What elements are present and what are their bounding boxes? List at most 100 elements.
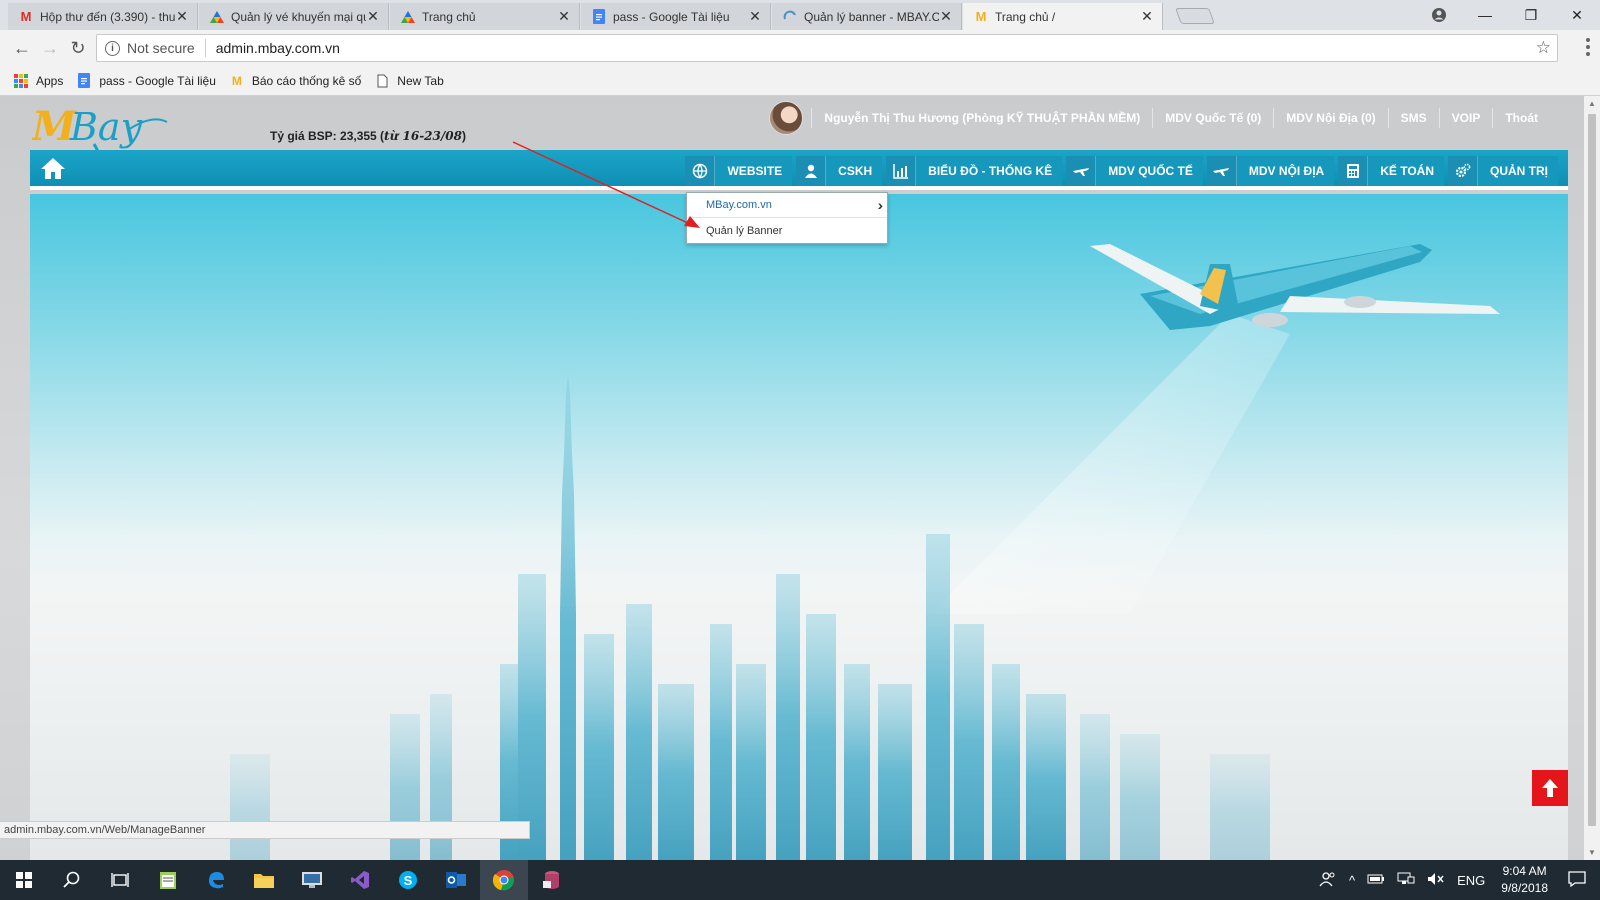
close-tab-icon[interactable]: ✕ bbox=[557, 8, 571, 25]
logout-link[interactable]: Thoát bbox=[1492, 108, 1550, 128]
double-chevron-right-icon: ›› bbox=[877, 197, 885, 213]
url-text[interactable]: admin.mbay.com.vn bbox=[216, 40, 340, 56]
user-icon bbox=[796, 156, 827, 186]
docs-icon bbox=[591, 9, 607, 25]
minimize-button[interactable]: — bbox=[1462, 0, 1508, 30]
sql-server-icon[interactable] bbox=[528, 860, 576, 900]
bookmark-google-docs[interactable]: pass - Google Tài liệu bbox=[77, 73, 216, 88]
visual-studio-icon[interactable] bbox=[336, 860, 384, 900]
voip-link[interactable]: VOIP bbox=[1438, 108, 1493, 128]
hero-illustration bbox=[230, 244, 1500, 860]
info-icon[interactable]: i bbox=[105, 40, 120, 56]
airplane-illustration bbox=[1090, 244, 1500, 330]
reload-button[interactable]: ↻ bbox=[66, 36, 90, 60]
bookmark-star-icon[interactable]: ☆ bbox=[1536, 38, 1551, 58]
mdv-international-link[interactable]: MDV Quốc Tế (0) bbox=[1152, 108, 1273, 128]
bar-chart-icon bbox=[886, 156, 917, 186]
close-tab-icon[interactable]: ✕ bbox=[939, 8, 953, 25]
drive-icon bbox=[209, 9, 225, 25]
tab-banner-management[interactable]: Quản lý banner - MBAY.C ✕ bbox=[772, 3, 962, 30]
browser-menu-icon[interactable] bbox=[1586, 38, 1590, 56]
restore-button[interactable]: ❐ bbox=[1508, 0, 1554, 30]
close-tab-icon[interactable]: ✕ bbox=[175, 8, 189, 25]
battery-icon[interactable] bbox=[1367, 873, 1385, 888]
mbay-icon: M bbox=[231, 73, 242, 88]
loading-icon bbox=[782, 9, 798, 25]
main-menu: WEBSITE CSKH BIỂU ĐỒ - THỐNG KÊ MDV QUỐC… bbox=[681, 156, 1558, 186]
people-icon[interactable] bbox=[1319, 871, 1337, 890]
outlook-icon[interactable] bbox=[432, 860, 480, 900]
plane-icon bbox=[1066, 156, 1097, 186]
bookmark-new-tab[interactable]: New Tab bbox=[375, 74, 444, 88]
bookmark-apps[interactable]: Apps bbox=[14, 73, 63, 88]
bookmarks-bar: Apps pass - Google Tài liệu M Báo cáo th… bbox=[0, 66, 1600, 96]
forward-button[interactable]: → bbox=[38, 36, 62, 60]
edge-icon[interactable] bbox=[192, 860, 240, 900]
user-nav: Nguyễn Thị Thu Hương (Phòng KỸ THUẬT PHẦ… bbox=[769, 101, 1550, 135]
scroll-to-top-button[interactable] bbox=[1532, 770, 1568, 806]
arrow-up-icon bbox=[1542, 779, 1558, 797]
network-icon[interactable] bbox=[1397, 872, 1415, 889]
browser-toolbar: ← → ↻ i Not secure admin.mbay.com.vn ☆ bbox=[0, 30, 1600, 66]
page-scrollbar[interactable]: ▲ ▼ bbox=[1584, 96, 1600, 860]
scroll-down-icon[interactable]: ▼ bbox=[1588, 848, 1596, 857]
chevron-up-icon[interactable]: ^ bbox=[1349, 873, 1355, 888]
apps-icon bbox=[14, 73, 28, 88]
gmail-icon: M bbox=[20, 9, 32, 24]
menu-mdv-international[interactable]: MDV QUỐC TẾ bbox=[1066, 156, 1203, 186]
file-explorer-icon[interactable] bbox=[240, 860, 288, 900]
docs-icon bbox=[77, 73, 91, 88]
taskbar: S ^ ENG 9:04 AM 9/8/2018 bbox=[0, 860, 1600, 900]
drive-icon bbox=[400, 9, 416, 25]
windows-start-icon[interactable] bbox=[0, 860, 48, 900]
menu-mdv-domestic[interactable]: MDV NỘI ĐỊA bbox=[1206, 156, 1335, 186]
gears-icon bbox=[1448, 156, 1478, 186]
remote-desktop-icon[interactable] bbox=[288, 860, 336, 900]
profile-icon[interactable] bbox=[1416, 0, 1462, 30]
hero-banner bbox=[30, 194, 1568, 860]
menu-charts[interactable]: BIỂU ĐỒ - THỐNG KÊ bbox=[886, 156, 1063, 186]
tab-gmail[interactable]: M Hộp thư đến (3.390) - thu ✕ bbox=[8, 3, 198, 30]
chrome-icon[interactable] bbox=[480, 860, 528, 900]
annotation-arrow bbox=[512, 141, 700, 228]
input-language[interactable]: ENG bbox=[1457, 873, 1485, 888]
scrollbar-thumb[interactable] bbox=[1588, 114, 1596, 826]
user-profile-link[interactable]: Nguyễn Thị Thu Hương (Phòng KỸ THUẬT PHẦ… bbox=[811, 108, 1152, 128]
mbay-icon: M bbox=[975, 9, 987, 24]
task-view-icon[interactable] bbox=[96, 860, 144, 900]
browser-tab-strip: M Hộp thư đến (3.390) - thu ✕ Quản lý vé… bbox=[0, 0, 1600, 30]
close-tab-icon[interactable]: ✕ bbox=[366, 8, 380, 25]
bookmark-report[interactable]: M Báo cáo thống kê số bbox=[230, 74, 361, 88]
menu-accounting[interactable]: KẾ TOÁN bbox=[1338, 156, 1444, 186]
close-tab-icon[interactable]: ✕ bbox=[1140, 8, 1154, 25]
action-center-icon[interactable] bbox=[1568, 870, 1586, 890]
skype-icon[interactable]: S bbox=[384, 860, 432, 900]
search-icon[interactable] bbox=[48, 860, 96, 900]
tab-google-docs[interactable]: pass - Google Tài liệu ✕ bbox=[581, 3, 771, 30]
scroll-up-icon[interactable]: ▲ bbox=[1588, 99, 1596, 108]
close-window-button[interactable]: ✕ bbox=[1554, 0, 1600, 30]
page-viewport: M Bay Tỷ giá BSP: 23,355 (từ 16-23/08) N… bbox=[0, 96, 1584, 860]
address-separator bbox=[204, 39, 206, 57]
new-tab-button[interactable] bbox=[1175, 8, 1215, 24]
tab-home-1[interactable]: Trang chủ ✕ bbox=[390, 3, 580, 30]
status-bar: admin.mbay.com.vn/Web/ManageBanner bbox=[0, 821, 530, 839]
clock[interactable]: 9:04 AM 9/8/2018 bbox=[1501, 863, 1548, 897]
mdv-domestic-link[interactable]: MDV Nội Địa (0) bbox=[1273, 108, 1387, 128]
avatar[interactable] bbox=[769, 101, 804, 135]
tab-promo-tickets[interactable]: Quản lý vé khuyến mại qu ✕ bbox=[199, 3, 389, 30]
svg-text:S: S bbox=[404, 873, 413, 888]
security-label[interactable]: Not secure bbox=[127, 40, 195, 56]
system-tray: ^ ENG 9:04 AM 9/8/2018 bbox=[1313, 860, 1600, 900]
menu-cskh[interactable]: CSKH bbox=[796, 156, 883, 186]
address-bar[interactable]: i Not secure admin.mbay.com.vn ☆ bbox=[96, 34, 1558, 62]
volume-muted-icon[interactable] bbox=[1427, 872, 1445, 889]
tab-home-active[interactable]: M Trang chủ / ✕ bbox=[963, 3, 1163, 30]
sms-link[interactable]: SMS bbox=[1387, 108, 1439, 128]
back-button[interactable]: ← bbox=[10, 36, 34, 60]
page-icon bbox=[375, 74, 389, 88]
close-tab-icon[interactable]: ✕ bbox=[748, 8, 762, 25]
notepad-icon[interactable] bbox=[144, 860, 192, 900]
calculator-icon bbox=[1338, 156, 1369, 186]
menu-admin[interactable]: QUẢN TRỊ bbox=[1448, 156, 1558, 186]
